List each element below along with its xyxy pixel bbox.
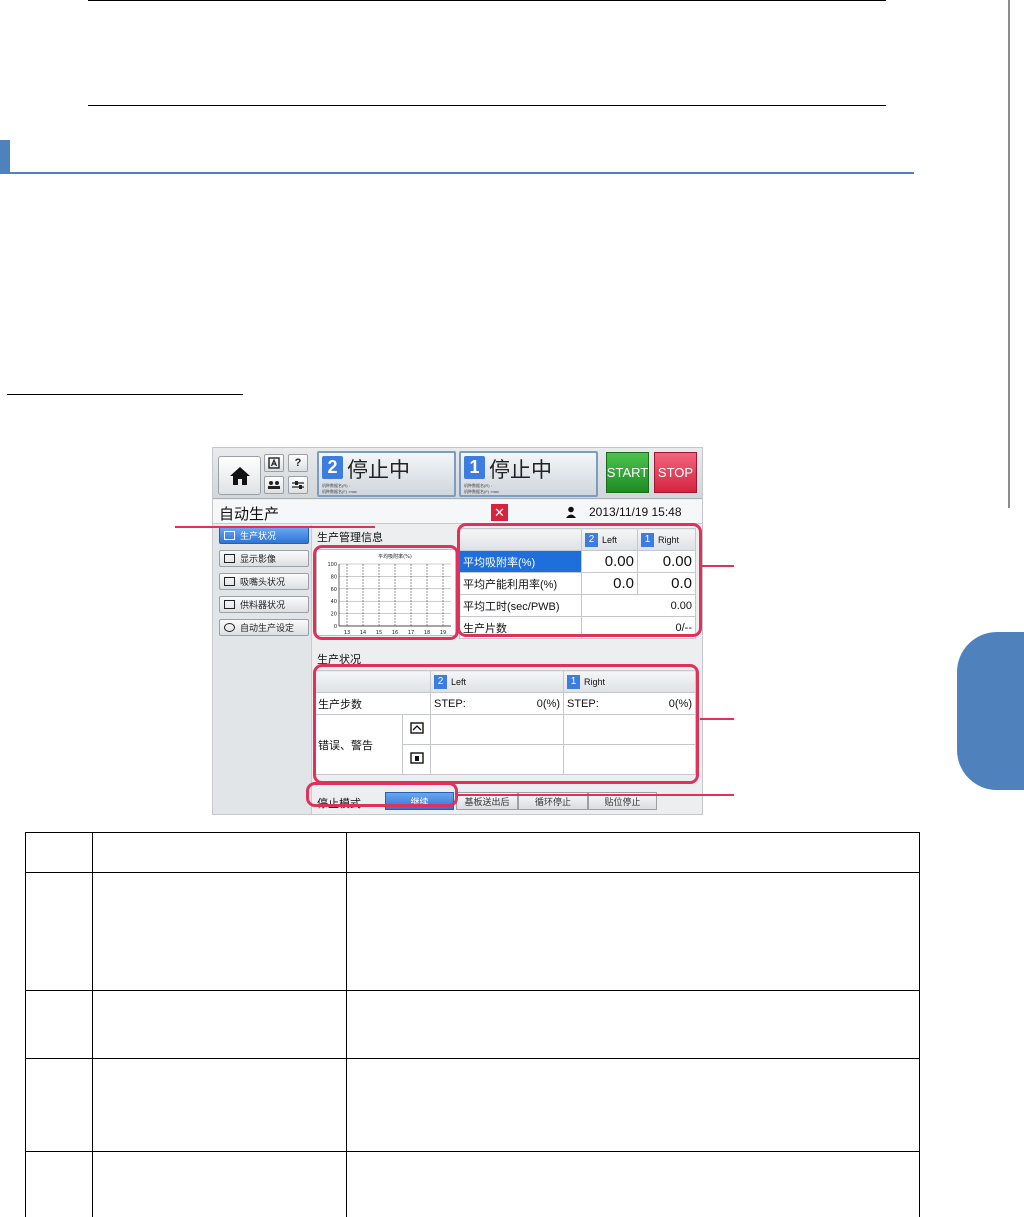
start-button[interactable]: START: [606, 452, 649, 493]
table-cell: [346, 832, 920, 873]
person-icon: [224, 554, 235, 563]
a-box-icon: [268, 457, 280, 469]
title-row: 自动生产 ✕ 2013/11/19 15:48: [213, 500, 702, 524]
users-icon: [268, 481, 280, 489]
header-rule-top: [88, 0, 886, 1]
status-text-2: 停止中: [347, 459, 410, 482]
table-cell: [25, 990, 93, 1059]
status-number-2: 2: [322, 456, 343, 479]
status-line-2a: 机种数据名(R) :: [322, 483, 350, 488]
close-button[interactable]: ✕: [491, 504, 508, 521]
settings-button[interactable]: [288, 476, 308, 494]
production-info-title: 生产管理信息: [317, 532, 383, 544]
envelope-icon: [224, 531, 235, 540]
subheading-underline: [7, 394, 243, 395]
section-heading-accent: [0, 140, 10, 173]
table-cell: [346, 1058, 920, 1152]
home-icon: [229, 466, 250, 485]
page-divider: [1008, 0, 1010, 508]
gear-icon: [224, 623, 235, 632]
nav-item-label: 供料器状况: [240, 600, 286, 610]
nav-item-head-status[interactable]: 吸嘴头状况: [219, 573, 309, 590]
callout-status-table: [313, 664, 699, 784]
status-text-1: 停止中: [489, 459, 552, 482]
nav-item-auto-settings[interactable]: 自动生产设定: [219, 619, 309, 636]
keyboard-button[interactable]: [264, 454, 284, 472]
stop-button[interactable]: STOP: [654, 452, 697, 493]
table-cell: [25, 832, 93, 873]
table-cell: [25, 1151, 93, 1217]
table-cell: [92, 872, 347, 991]
chapter-thumb-tab: [957, 632, 1024, 790]
top-bar: ? 2 停止中 机种数据名(R) : 机种数据名(F) :max 1 停止中 机…: [213, 448, 702, 499]
help-button[interactable]: ?: [288, 454, 308, 472]
table-cell: [25, 872, 93, 991]
auto-production-screen: ? 2 停止中 机种数据名(R) : 机种数据名(F) :max 1 停止中 机…: [212, 447, 703, 815]
nav-item-label: 吸嘴头状况: [240, 577, 286, 587]
table-cell: [346, 990, 920, 1059]
table-cell: [92, 1151, 347, 1217]
status-line-1a: 机种数据名(R) :: [464, 483, 492, 488]
leader-line-2: [700, 565, 734, 567]
section-heading-underline: [0, 172, 914, 174]
table-row: [25, 1058, 920, 1152]
screen-title: 自动生产: [219, 506, 280, 523]
user-icon: [566, 506, 576, 518]
header-rule-bottom: [88, 105, 886, 106]
nav-item-production-status[interactable]: 生产状况: [219, 527, 309, 544]
status-panel-1: 1 停止中 机种数据名(R) : 机种数据名(F) :max: [459, 451, 598, 497]
table-row: [25, 832, 920, 873]
table-row: [25, 872, 920, 991]
sliders-icon: [292, 481, 304, 489]
leader-line-4: [456, 794, 734, 796]
nav-item-show-image[interactable]: 显示影像: [219, 550, 309, 567]
status-line-1b: 机种数据名(F) :max: [464, 489, 499, 494]
table-row: [25, 1151, 920, 1217]
leader-line-3: [700, 718, 734, 720]
nav-item-label: 自动生产设定: [240, 623, 295, 633]
table-cell: [92, 832, 347, 873]
description-table: [25, 832, 920, 1217]
table-cell: [92, 1058, 347, 1152]
table-cell: [25, 1058, 93, 1152]
table-cell: [346, 872, 920, 991]
callout-stop-mode: [306, 782, 458, 807]
nav-item-label: 生产状况: [240, 531, 277, 541]
nav-item-feeder-status[interactable]: 供料器状况: [219, 596, 309, 613]
leader-line-1: [175, 526, 375, 528]
status-line-2b: 机种数据名(F) :max: [322, 489, 357, 494]
feeder-icon: [224, 600, 235, 609]
nozzle-icon: [224, 577, 235, 586]
home-button[interactable]: [218, 456, 261, 495]
users-button[interactable]: [264, 476, 284, 494]
nav-item-label: 显示影像: [240, 554, 277, 564]
table-row: [25, 990, 920, 1059]
left-nav: 生产状况 显示影像 吸嘴头状况 供料器状况 自动生产设定: [213, 525, 312, 814]
callout-info-table: [457, 523, 702, 637]
status-panel-2: 2 停止中 机种数据名(R) : 机种数据名(F) :max: [317, 451, 456, 497]
table-cell: [346, 1151, 920, 1217]
status-number-1: 1: [464, 456, 485, 479]
datetime: 2013/11/19 15:48: [589, 505, 682, 519]
table-cell: [92, 990, 347, 1059]
callout-chart: [313, 545, 459, 640]
